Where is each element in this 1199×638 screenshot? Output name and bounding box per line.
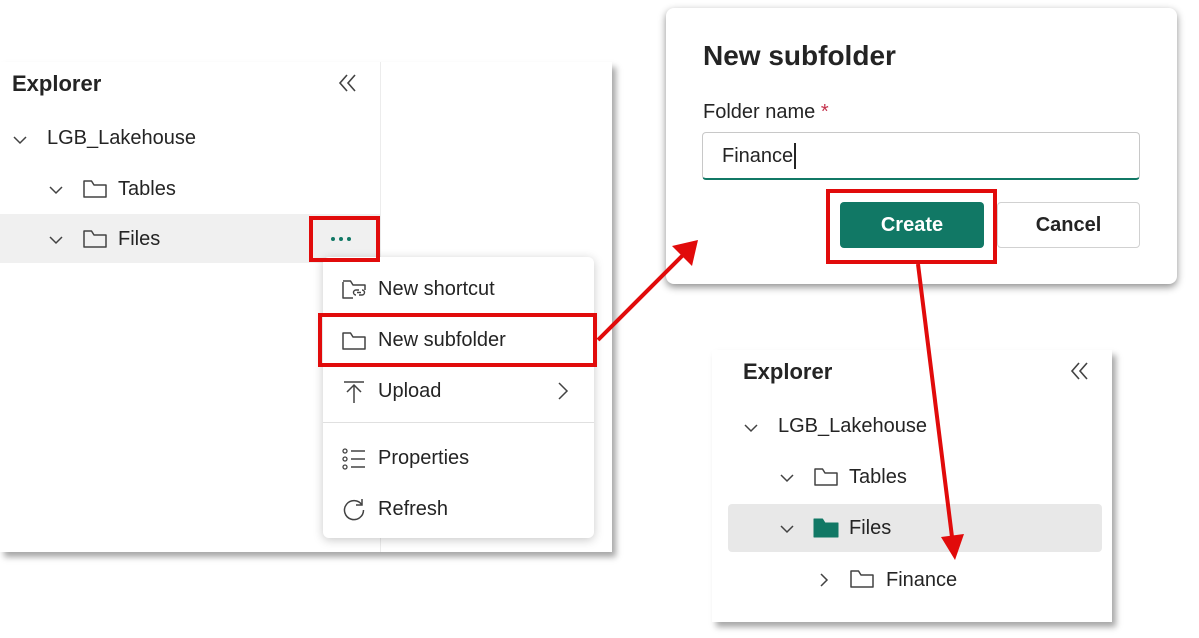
arrow-head <box>941 534 964 560</box>
annotation-arrows <box>596 240 964 560</box>
arrow-to-dialog <box>596 250 688 342</box>
arrow-to-result <box>916 263 955 546</box>
